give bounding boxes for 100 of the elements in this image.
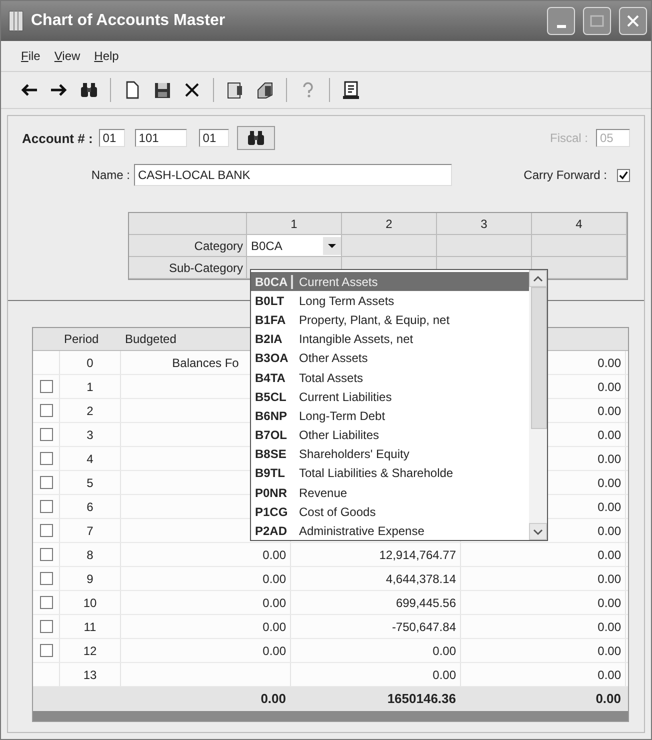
column-header: 2: [342, 213, 437, 235]
table-cell: 0.00: [598, 620, 621, 634]
row-checkbox[interactable]: [40, 524, 52, 537]
list-option[interactable]: B8SE Shareholders' Equity: [251, 444, 529, 464]
scroll-up-button[interactable]: [529, 270, 547, 287]
row-checkbox[interactable]: [40, 596, 52, 609]
account-field[interactable]: 01: [98, 129, 125, 147]
table-cell: 0.00: [598, 380, 621, 394]
list-option[interactable]: B0CA Current Assets: [251, 272, 529, 292]
category-dropdown[interactable]: B0CA: [247, 235, 342, 257]
window-title: Chart of Accounts Master: [31, 12, 226, 30]
fiscal-field: 05: [596, 129, 630, 147]
table-cell: 0.00: [598, 452, 621, 466]
table-cell: 0.00: [598, 500, 621, 514]
account-field[interactable]: 01: [198, 129, 229, 147]
row-checkbox[interactable]: [40, 500, 52, 513]
vertical-scrollbar[interactable]: [529, 270, 547, 540]
list-option[interactable]: B5CL Current Liabilities: [251, 387, 529, 406]
row-checkbox[interactable]: [40, 548, 52, 561]
find-button[interactable]: [236, 126, 275, 150]
table-cell: 9: [60, 567, 121, 590]
list-option[interactable]: P0NR Revenue: [251, 483, 529, 502]
table-cell: 4,644,378.14: [386, 572, 456, 586]
table-cell: 0.00: [598, 356, 621, 370]
table-cell: 13: [60, 663, 121, 686]
list-option[interactable]: B4TA Total Assets: [251, 368, 529, 388]
name-field[interactable]: CASH-LOCAL BANK: [134, 164, 452, 186]
book-icon: [255, 80, 275, 100]
table-cell: 5: [60, 471, 121, 494]
grid-cell[interactable]: [532, 235, 627, 257]
total-cell: 1650146.36: [387, 691, 456, 706]
maximize-button[interactable]: [583, 7, 611, 35]
table-cell: 12: [60, 639, 121, 662]
table-cell: 7: [60, 519, 121, 542]
name-label: Name :: [90, 168, 130, 182]
save-icon: [152, 80, 172, 100]
menu-item[interactable]: View: [54, 49, 80, 63]
table-cell: 12,914,764.77: [379, 548, 456, 562]
close-icon: [626, 14, 640, 28]
row-checkbox[interactable]: [40, 404, 52, 417]
list-option[interactable]: B3OA Other Assets: [251, 348, 529, 368]
row-checkbox[interactable]: [40, 452, 52, 465]
row-checkbox[interactable]: [40, 428, 52, 441]
table-cell: 0.00: [262, 644, 286, 658]
grid-cell[interactable]: [342, 235, 437, 257]
table-cell: 8: [60, 543, 121, 566]
table-cell: Balances Fo: [172, 356, 239, 370]
scroll-thumb[interactable]: [531, 287, 547, 429]
row-header: Sub-Category: [129, 257, 247, 279]
binoculars-icon: [79, 80, 99, 100]
report-icon: [341, 80, 361, 100]
row-checkbox[interactable]: [40, 572, 52, 585]
row-checkbox[interactable]: [40, 644, 52, 657]
list-option[interactable]: B9TL Total Liabilities & Shareholde: [251, 464, 529, 484]
row-checkbox[interactable]: [40, 476, 52, 489]
horizontal-scrollbar[interactable]: [33, 711, 628, 721]
table-cell: 0.00: [598, 572, 621, 586]
close-button[interactable]: [619, 7, 647, 35]
carry-forward-label: Carry Forward :: [524, 168, 607, 182]
column-header: 4: [532, 213, 627, 235]
column-header: Period: [60, 328, 121, 350]
table-cell: 0.00: [598, 548, 621, 562]
row-checkbox[interactable]: [40, 380, 52, 393]
table-cell: 10: [60, 591, 121, 614]
table-cell: 4: [60, 447, 121, 470]
table-cell: 11: [60, 615, 121, 638]
row-checkbox[interactable]: [40, 620, 52, 633]
table-cell: 6: [60, 495, 121, 518]
table-cell: 0.00: [262, 572, 286, 586]
table-cell: 0.00: [598, 668, 621, 682]
list-option[interactable]: P1CG Cost of Goods: [251, 502, 529, 522]
table-cell: 0.00: [262, 548, 286, 562]
account-label: Account # :: [22, 130, 93, 146]
minimize-button[interactable]: [547, 7, 575, 35]
list-option[interactable]: B1FA Property, Plant, & Equip, net: [251, 310, 529, 330]
table-cell: 1: [60, 375, 121, 398]
table-cell: 2: [60, 399, 121, 422]
table-cell: 3: [60, 423, 121, 446]
list-option[interactable]: P2AD Administrative Expense: [251, 521, 529, 541]
list-option[interactable]: B7OL Other Liabilites: [251, 426, 529, 445]
table-cell: 0.00: [432, 644, 456, 658]
document-icon: [225, 80, 245, 100]
account-field[interactable]: 101: [134, 129, 187, 147]
scroll-down-button[interactable]: [529, 523, 547, 540]
grid-cell[interactable]: [437, 235, 532, 257]
total-cell: 0.00: [260, 691, 286, 706]
menu-item[interactable]: Help: [94, 49, 119, 63]
table-cell: 0.00: [262, 620, 286, 634]
list-option[interactable]: B0LT Long Term Assets: [251, 291, 529, 310]
table-cell: 0.00: [262, 596, 286, 610]
list-option[interactable]: B6NP Long-Term Debt: [251, 406, 529, 426]
table-cell: -750,647.84: [392, 620, 456, 634]
column-header: 3: [437, 213, 532, 235]
menu-item[interactable]: File: [21, 49, 40, 63]
carry-forward-checkbox[interactable]: [617, 168, 630, 182]
table-cell: 0.00: [598, 476, 621, 490]
app-icon: [9, 11, 23, 31]
table-cell: 0.00: [598, 596, 621, 610]
table-cell: 0.00: [432, 668, 456, 682]
table-cell: 0.00: [598, 404, 621, 418]
